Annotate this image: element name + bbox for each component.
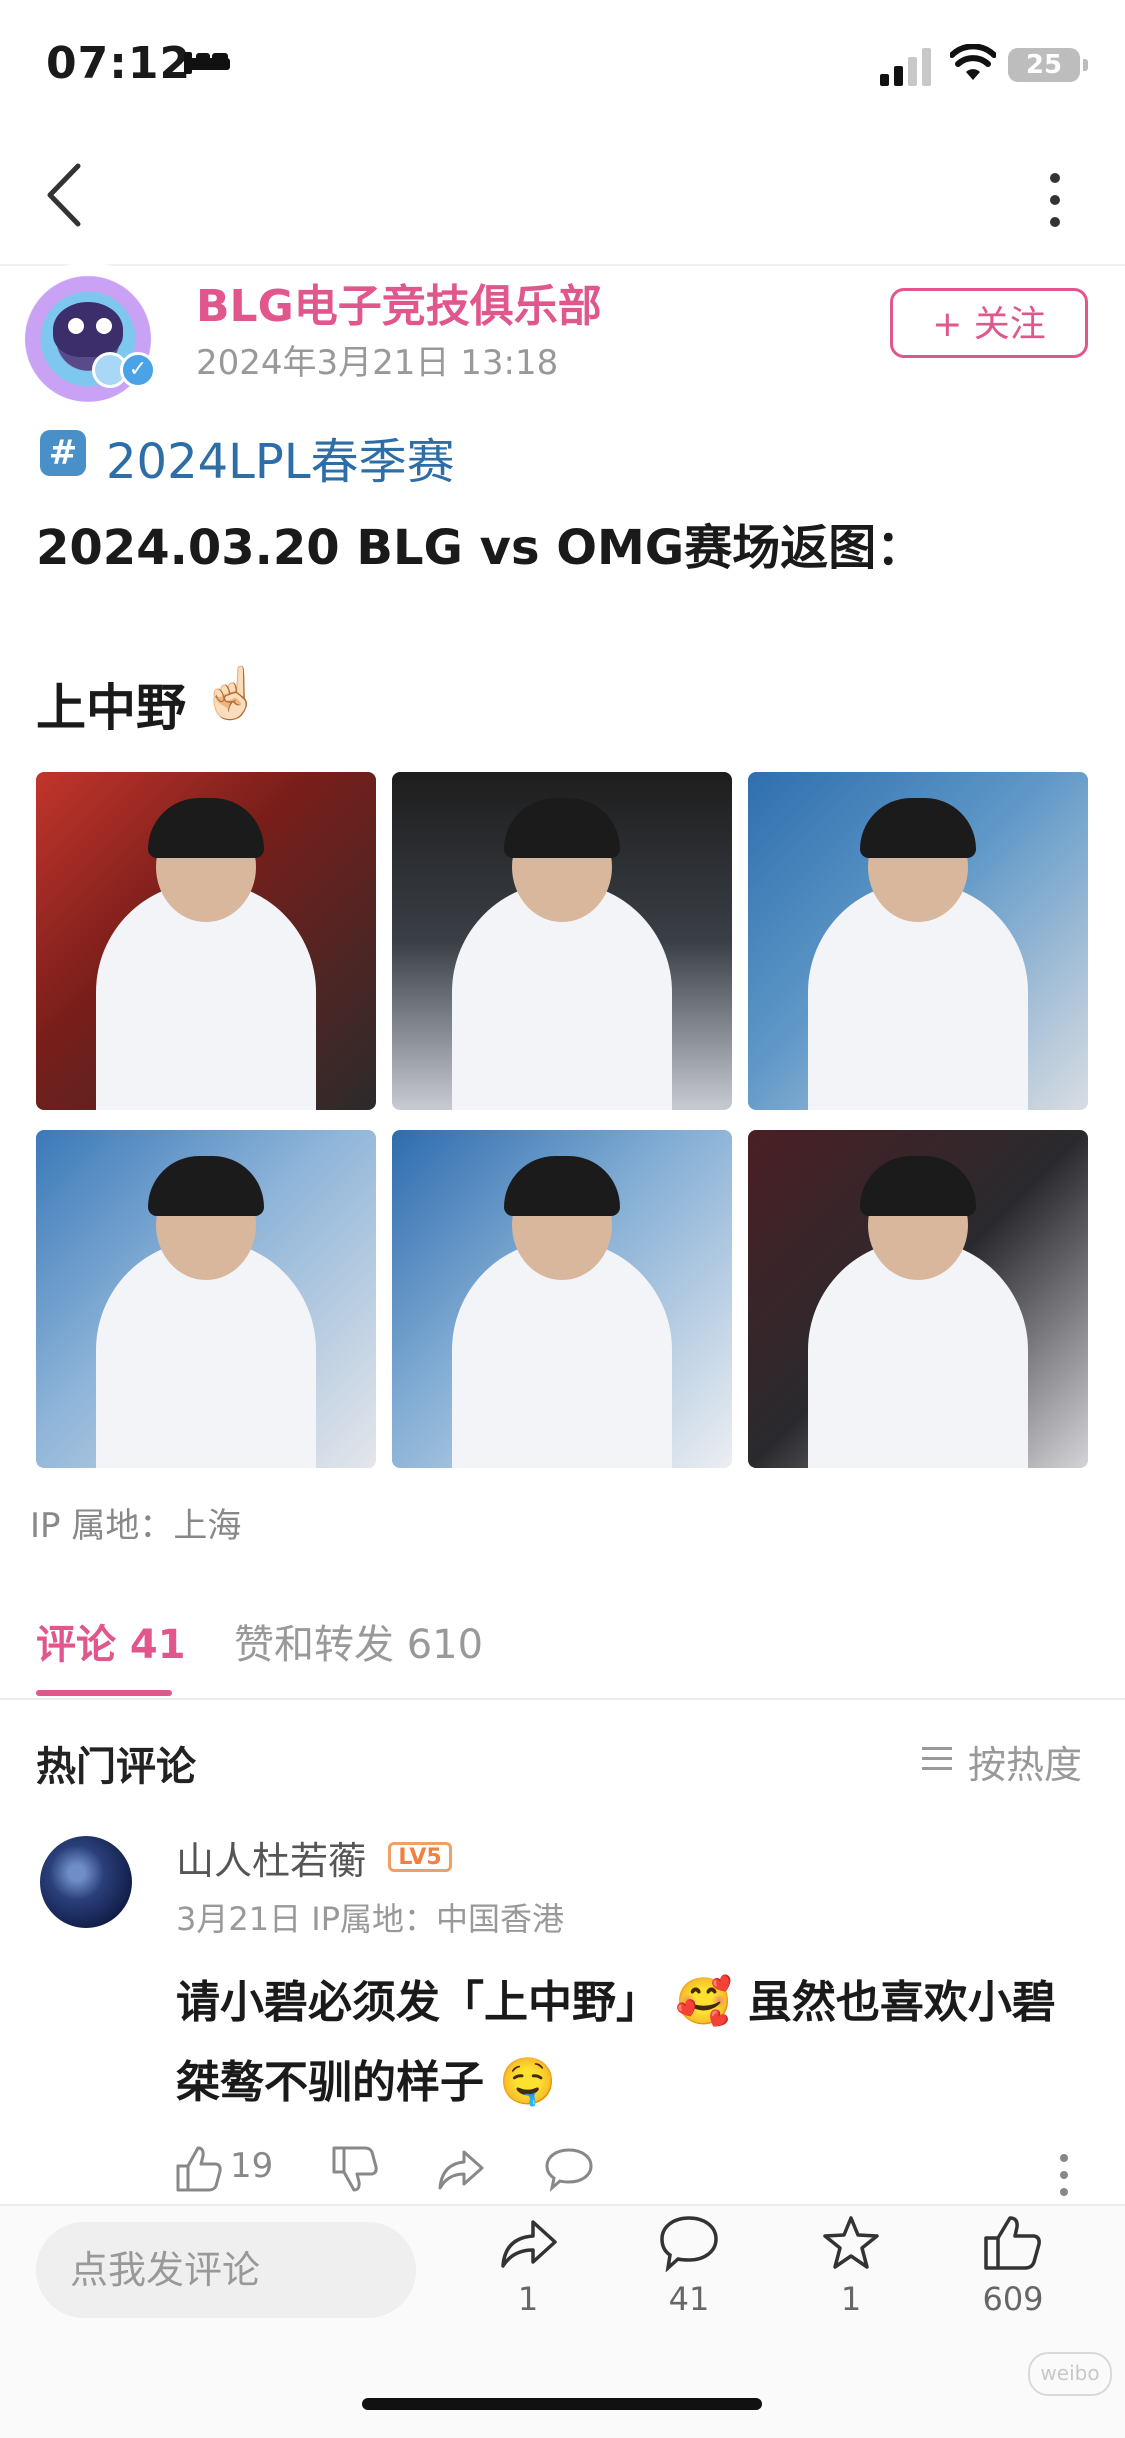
post-photo-2[interactable] (392, 772, 732, 1110)
post-date: 2024年3月21日 13:18 (196, 343, 559, 383)
repost-count: 1 (517, 2280, 539, 2318)
author-name[interactable]: BLG电子竞技俱乐部 (196, 270, 602, 334)
post-photo-5[interactable] (392, 1130, 732, 1468)
like-icon[interactable] (174, 2144, 224, 2194)
post-subline: 上中野 (36, 679, 186, 737)
like-icon[interactable] (982, 2214, 1044, 2272)
battery-indicator: 25 (1008, 48, 1088, 82)
comment-input[interactable]: 点我发评论 (36, 2222, 416, 2318)
wifi-icon (950, 44, 996, 80)
weibo-watermark: weibo (1028, 2352, 1112, 2396)
pointing-up-emoji: ☝🏻 (200, 664, 263, 722)
home-indicator[interactable] (362, 2398, 762, 2410)
verified-check-icon: ✓ (120, 352, 156, 388)
divider (0, 264, 1125, 266)
level-badge: LV5 (388, 1842, 452, 1872)
comment-count: 41 (668, 2280, 710, 2318)
bed-icon (184, 52, 230, 74)
divider (0, 1698, 1125, 1700)
follow-button[interactable]: + 关注 (890, 288, 1088, 358)
like-count: 609 (982, 2280, 1044, 2318)
comment-text-part-1: 请小碧必须发「上中野」 (176, 1977, 660, 2028)
share-icon[interactable] (436, 2144, 486, 2194)
tab-active-indicator (36, 1690, 172, 1696)
comment-icon[interactable] (544, 2144, 594, 2194)
post-photo-4[interactable] (36, 1130, 376, 1468)
post-photo-1[interactable] (36, 772, 376, 1110)
drooling-emoji: 🤤 (499, 2054, 557, 2108)
sort-button[interactable]: 按热度 (968, 1734, 1082, 1789)
post-photo-6[interactable] (748, 1130, 1088, 1468)
comment-meta: 3月21日 IP属地：中国香港 (176, 1900, 564, 1938)
ip-location: IP 属地：上海 (30, 1506, 242, 1546)
favorite-count: 1 (840, 2280, 862, 2318)
commenter-name[interactable]: 山人杜若蘅 (176, 1830, 366, 1885)
more-icon[interactable] (1040, 170, 1070, 230)
signal-icon (880, 48, 931, 86)
post-photo-3[interactable] (748, 772, 1088, 1110)
sort-icon[interactable] (920, 1742, 954, 1776)
tab-comments[interactable]: 评论 41 (36, 1612, 186, 1670)
topic-icon: # (40, 430, 86, 476)
repost-icon[interactable] (497, 2214, 559, 2272)
back-icon[interactable] (40, 160, 90, 230)
star-icon[interactable] (820, 2214, 882, 2272)
hot-comments-title: 热门评论 (36, 1744, 196, 1790)
topic-link[interactable]: 2024LPL春季赛 (106, 422, 455, 492)
comment-text: 请小碧必须发「上中野」 🥰 虽然也喜欢小碧桀骜不驯的样子 🤤 (176, 1962, 1076, 2122)
comment-more-icon[interactable] (1054, 2150, 1074, 2200)
blushing-emoji: 🥰 (675, 1974, 733, 2028)
commenter-avatar[interactable] (40, 1836, 132, 1928)
post-headline: 2024.03.20 BLG vs OMG赛场返图： (36, 520, 925, 576)
comment-icon[interactable] (658, 2214, 720, 2272)
tab-reposts[interactable]: 赞和转发 610 (234, 1612, 483, 1670)
status-time: 07:12 (46, 38, 192, 89)
dislike-icon[interactable] (330, 2144, 380, 2194)
comment-like-count: 19 (230, 2146, 274, 2186)
